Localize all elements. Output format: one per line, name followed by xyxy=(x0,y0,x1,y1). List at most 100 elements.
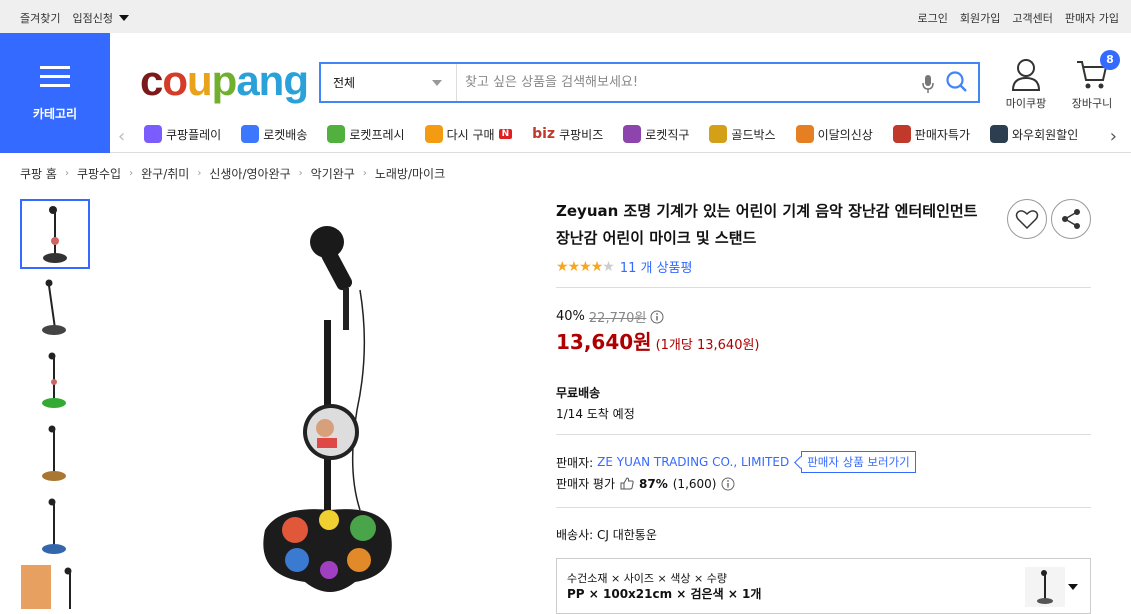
review-count-link[interactable]: 11 개 상품평 xyxy=(620,257,693,276)
search-bar: 전체 xyxy=(319,62,980,103)
chevron-left-icon[interactable]: ‹ xyxy=(118,126,125,147)
nav-item[interactable]: 로켓프레시 xyxy=(327,125,405,143)
nav-item-label: 이달의신상 xyxy=(817,127,873,142)
header: 카테고리 coupang 전체 마이쿠팡 8 장바구니 ‹ 쿠팡플레이 로켓배송 로… xyxy=(0,33,1131,153)
nav-item[interactable]: 로켓배송 xyxy=(241,125,307,143)
breadcrumb-link[interactable]: 신생아/영아완구 xyxy=(209,165,290,182)
seller-apply-label: 입점신청 xyxy=(72,12,113,25)
cart-count-badge: 8 xyxy=(1100,50,1120,70)
chevron-right-icon: › xyxy=(298,168,303,179)
share-icon xyxy=(1062,209,1080,229)
seller-deal-icon xyxy=(892,125,911,143)
info-icon[interactable] xyxy=(721,477,735,491)
product-title: Zeyuan 조명 기계가 있는 어린이 기계 음악 장난감 엔터테인먼트 장난… xyxy=(556,202,978,247)
info-icon[interactable] xyxy=(650,310,664,324)
chevron-down-icon xyxy=(118,15,129,21)
breadcrumb-link[interactable]: 노래방/마이크 xyxy=(375,165,445,182)
sale-price: 13,640원 xyxy=(556,330,652,354)
discount-row: 40% 22,770원 xyxy=(556,307,664,326)
signup-link[interactable]: 회원가입 xyxy=(960,10,1000,26)
nav-item-label: 로켓프레시 xyxy=(349,127,405,142)
category-button[interactable]: 카테고리 xyxy=(0,33,110,153)
option-attributes: 수건소재 × 사이즈 × 색상 × 수량 xyxy=(567,572,727,585)
seller-products-button[interactable]: 판매자 상품 보러가기 xyxy=(801,451,916,473)
chevron-right-icon: › xyxy=(197,168,202,179)
seller-label: 판매자: xyxy=(556,455,594,470)
thumbnail-selected[interactable] xyxy=(20,199,90,269)
divider xyxy=(556,287,1091,288)
carrier-info: 배송사: CJ 대한통운 xyxy=(556,528,657,542)
seller-apply-dropdown[interactable]: 입점신청 xyxy=(72,10,129,26)
cart-button[interactable]: 8 장바구니 xyxy=(1066,50,1120,111)
rebuy-icon xyxy=(424,125,443,143)
thumbnail[interactable] xyxy=(20,564,90,614)
new-icon xyxy=(795,125,814,143)
seller-rating-count: (1,600) xyxy=(672,476,717,491)
cart-label: 장바구니 xyxy=(1071,97,1113,110)
price-row: 13,640원 (1개당 13,640원) xyxy=(556,326,760,355)
search-scope-select[interactable]: 전체 xyxy=(321,64,457,101)
star-rating: ★★★★★ xyxy=(556,258,615,275)
coupang-logo[interactable]: coupang xyxy=(140,55,309,107)
breadcrumb-link[interactable]: 완구/취미 xyxy=(141,165,189,182)
nav-item-label: 다시 구매 xyxy=(446,127,495,142)
login-link[interactable]: 로그인 xyxy=(918,10,948,26)
favorite-button[interactable] xyxy=(1007,199,1047,239)
category-label: 카테고리 xyxy=(32,107,78,121)
thumbnail[interactable] xyxy=(20,491,90,561)
thumbnail-list xyxy=(20,199,90,614)
seller-rating-row: 판매자 평가 87% (1,600) xyxy=(556,475,735,492)
bookmark-link[interactable]: 즐겨찾기 xyxy=(20,10,60,26)
option-select[interactable]: 수건소재 × 사이즈 × 색상 × 수량 PP × 100x21cm × 검은색… xyxy=(556,558,1091,614)
biz-icon: biz xyxy=(532,126,556,142)
hamburger-icon xyxy=(40,66,70,93)
nav-item-label: 쿠팡비즈 xyxy=(559,127,604,142)
nav-item[interactable]: 판매자특가 xyxy=(892,125,970,143)
microphone-icon[interactable] xyxy=(921,74,935,97)
user-icon xyxy=(1011,59,1041,91)
product-main-image[interactable] xyxy=(235,210,405,610)
goldbox-icon xyxy=(709,125,728,143)
rocket-fresh-icon xyxy=(327,125,346,143)
rating-row[interactable]: ★★★★★ 11 개 상품평 xyxy=(556,257,693,277)
search-icon[interactable] xyxy=(945,70,969,97)
chevron-right-icon: › xyxy=(362,168,367,179)
nav-item-label: 판매자특가 xyxy=(914,127,970,142)
chevron-down-icon xyxy=(432,80,442,86)
customer-center-link[interactable]: 고객센터 xyxy=(1012,10,1052,26)
seller-signup-link[interactable]: 판매자 가입 xyxy=(1065,10,1119,26)
thumbnail[interactable] xyxy=(20,272,90,342)
star-icon: ★ xyxy=(579,258,592,275)
seller-name-link[interactable]: ZE YUAN TRADING CO., LIMITED xyxy=(597,455,789,469)
shipping-title: 무료배송 xyxy=(556,386,601,400)
nav-item[interactable]: biz 쿠팡비즈 xyxy=(532,125,603,143)
discount-rate: 40% xyxy=(556,309,585,324)
rocket-icon xyxy=(241,125,260,143)
breadcrumb-link[interactable]: 쿠팡수입 xyxy=(77,165,121,182)
chevron-down-icon xyxy=(1068,584,1078,590)
unit-price: (1개당 13,640원) xyxy=(655,338,760,353)
shipping-eta: 1/14 도착 예정 xyxy=(556,407,635,421)
chevron-right-icon: › xyxy=(129,168,134,179)
search-input[interactable] xyxy=(465,70,905,95)
thumbnail[interactable] xyxy=(20,418,90,488)
share-button[interactable] xyxy=(1051,199,1091,239)
mycoupang-button[interactable]: 마이쿠팡 xyxy=(1000,58,1052,111)
search-scope-value: 전체 xyxy=(333,76,356,90)
chevron-right-icon[interactable]: › xyxy=(1110,126,1117,147)
nav-item[interactable]: 와우회원할인 xyxy=(990,125,1078,143)
thumbs-up-icon xyxy=(620,477,634,490)
nav-item[interactable]: 이달의신상 xyxy=(795,125,873,143)
nav-item[interactable]: 골드박스 xyxy=(709,125,776,143)
thumbnail[interactable] xyxy=(20,345,90,415)
nav-item-label: 쿠팡플레이 xyxy=(166,127,222,142)
breadcrumb-link[interactable]: 악기완구 xyxy=(311,165,355,182)
original-price: 22,770원 xyxy=(588,311,647,326)
nav-item[interactable]: 쿠팡플레이 xyxy=(144,125,221,143)
nav-item[interactable]: 로켓직구 xyxy=(623,125,689,143)
chevron-right-icon: › xyxy=(64,168,69,179)
nav-item[interactable]: 다시 구매 N xyxy=(424,125,513,143)
star-icon: ★ xyxy=(602,258,615,275)
breadcrumb-link[interactable]: 쿠팡 홈 xyxy=(20,165,57,182)
nav-item-label: 골드박스 xyxy=(731,127,776,142)
